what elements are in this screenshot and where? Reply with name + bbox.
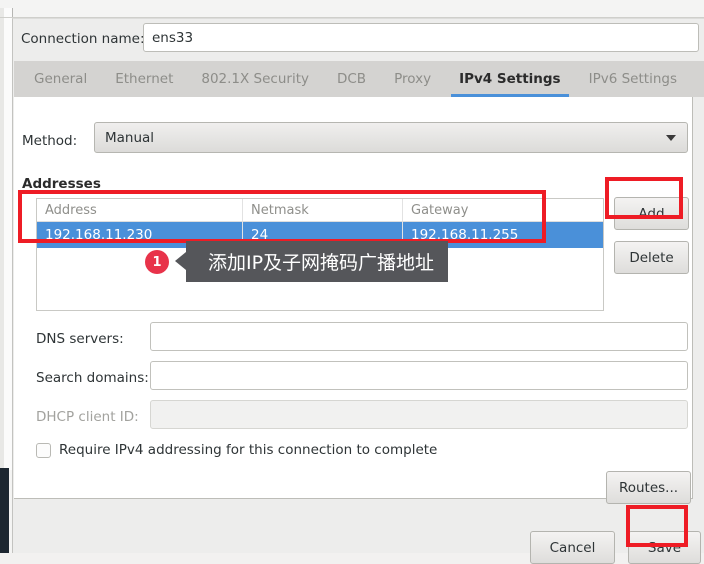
dhcp-client-id-label: DHCP client ID: <box>36 409 139 425</box>
ipv4-settings-dialog: Connection name: General Ethernet 802.1X… <box>12 18 704 564</box>
tab-general[interactable]: General <box>14 61 101 97</box>
tab-proxy[interactable]: Proxy <box>380 61 445 97</box>
tab-ipv6-settings[interactable]: IPv6 Settings <box>575 61 691 97</box>
add-address-button[interactable]: Add <box>614 197 689 230</box>
column-header-netmask[interactable]: Netmask <box>243 199 403 221</box>
tab-bar: General Ethernet 802.1X Security DCB Pro… <box>14 61 704 97</box>
connection-name-row: Connection name: <box>13 19 704 57</box>
ipv4-content-panel: Method: Manual Addresses Address Netmask… <box>14 97 693 504</box>
search-domains-input[interactable] <box>150 361 688 390</box>
tab-8021x-security[interactable]: 802.1X Security <box>187 61 323 97</box>
connection-name-label: Connection name: <box>21 31 145 47</box>
dns-servers-input[interactable] <box>150 322 688 351</box>
require-ipv4-row[interactable]: Require IPv4 addressing for this connect… <box>36 442 437 458</box>
tab-ipv4-settings[interactable]: IPv4 Settings <box>445 61 575 97</box>
tab-ethernet[interactable]: Ethernet <box>101 61 187 97</box>
search-domains-label: Search domains: <box>36 370 149 386</box>
addresses-section-title: Addresses <box>22 176 101 192</box>
connection-name-input[interactable] <box>143 23 699 52</box>
annotation-callout: 添加IP及子网掩码广播地址 <box>175 241 449 282</box>
background-terminal-strip <box>0 468 9 553</box>
cancel-button[interactable]: Cancel <box>530 531 615 564</box>
delete-address-button[interactable]: Delete <box>614 241 689 274</box>
dhcp-client-id-input <box>150 400 688 429</box>
require-ipv4-checkbox[interactable] <box>36 442 51 458</box>
column-header-address[interactable]: Address <box>37 199 243 221</box>
annotation-step-badge: 1 <box>145 250 169 274</box>
routes-button[interactable]: Routes... <box>606 471 691 504</box>
method-label: Method: <box>22 133 78 149</box>
method-selected-value: Manual <box>105 129 155 146</box>
save-button[interactable]: Save <box>628 531 701 564</box>
tab-dcb[interactable]: DCB <box>323 61 380 97</box>
annotation-callout-text: 添加IP及子网掩码广播地址 <box>208 252 435 274</box>
addresses-table-header: Address Netmask Gateway <box>37 199 603 222</box>
require-ipv4-label: Require IPv4 addressing for this connect… <box>59 442 438 458</box>
column-header-gateway[interactable]: Gateway <box>403 199 603 221</box>
chevron-down-icon <box>666 134 676 141</box>
method-dropdown[interactable]: Manual <box>94 122 688 153</box>
callout-tail-icon <box>175 252 186 270</box>
dns-servers-label: DNS servers: <box>36 331 124 347</box>
